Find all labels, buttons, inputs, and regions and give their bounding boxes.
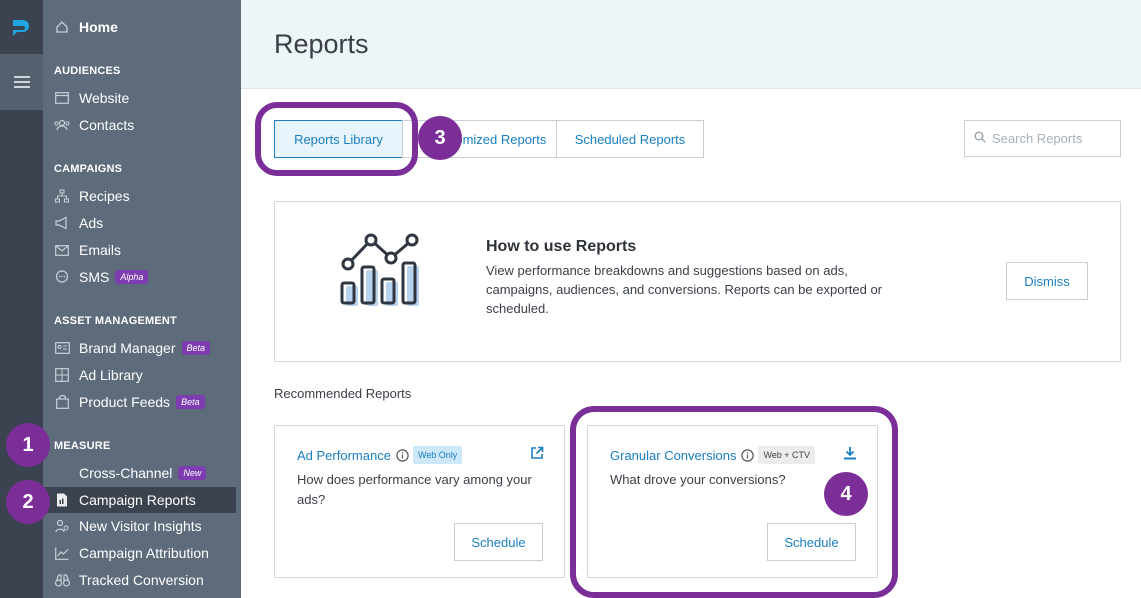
sidebar-item-label: Website — [79, 90, 130, 106]
sidebar-item-ads[interactable]: Ads — [43, 210, 236, 236]
line-chart-icon — [54, 545, 70, 561]
sidebar-item-label: Brand Manager — [79, 340, 176, 356]
grid-icon — [54, 367, 70, 383]
report-file-icon — [54, 492, 70, 508]
sidebar-item-label: Tracked Conversion — [79, 572, 204, 588]
sidebar-item-label: Home — [79, 19, 118, 35]
sidebar-item-label: Ads — [79, 215, 104, 231]
section-measure: MEASURE — [54, 440, 111, 452]
sidebar-item-label: Campaign Reports — [79, 492, 196, 508]
user-search-icon — [54, 518, 70, 534]
beta-badge: Beta — [181, 341, 211, 355]
section-campaigns: CAMPAIGNS — [54, 163, 123, 175]
bar-chart-illustration-icon — [337, 230, 432, 315]
megaphone-icon — [54, 215, 70, 231]
menu-toggle-icon[interactable] — [0, 54, 43, 110]
sidebar-item-home[interactable]: Home — [43, 14, 236, 40]
sidebar-item-recipes[interactable]: Recipes — [43, 183, 236, 209]
tab-scheduled-reports[interactable]: Scheduled Reports — [556, 120, 704, 158]
how-to-use-panel: How to use Reports View performance brea… — [274, 201, 1121, 362]
search-icon — [974, 130, 986, 148]
sidebar-item-label: Ad Library — [79, 367, 143, 383]
search-input[interactable] — [992, 131, 1117, 146]
dismiss-button[interactable]: Dismiss — [1006, 262, 1088, 300]
sidebar: Home AUDIENCES Website Contacts CAMPAIGN… — [43, 0, 241, 598]
beta-badge: Beta — [176, 395, 205, 409]
sidebar-item-label: New Visitor Insights — [79, 518, 202, 534]
sitemap-icon — [54, 188, 70, 204]
shopping-bag-icon — [54, 394, 70, 410]
sidebar-item-contacts[interactable]: Contacts — [43, 112, 236, 138]
section-asset-management: ASSET MANAGEMENT — [54, 315, 177, 327]
stacked-layers-icon — [54, 465, 70, 481]
annotation-marker-1: 1 — [6, 423, 50, 467]
sidebar-item-product-feeds[interactable]: Product Feeds Beta — [43, 389, 236, 415]
brand-logo-icon[interactable] — [9, 14, 35, 40]
page-header: Reports — [241, 0, 1141, 89]
sidebar-item-brand-manager[interactable]: Brand Manager Beta — [43, 335, 236, 361]
web-only-badge: Web Only — [412, 446, 463, 464]
sidebar-item-website[interactable]: Website — [43, 85, 236, 111]
chat-bubble-icon — [54, 269, 70, 285]
sidebar-item-label: Emails — [79, 242, 122, 258]
report-card-link[interactable]: Ad Performance — [297, 448, 391, 463]
sidebar-item-label: Recipes — [79, 188, 130, 204]
sidebar-item-cross-channel[interactable]: Cross-Channel New — [43, 460, 236, 486]
report-card-title: Ad Performance Web Only — [297, 446, 463, 464]
new-badge: New — [178, 466, 207, 480]
external-link-icon[interactable] — [530, 446, 544, 465]
sidebar-item-label: SMS — [79, 269, 110, 285]
section-audiences: AUDIENCES — [54, 65, 121, 77]
sidebar-item-label: Cross-Channel — [79, 465, 173, 481]
sidebar-item-emails[interactable]: Emails — [43, 237, 236, 263]
schedule-button[interactable]: Schedule — [454, 523, 543, 561]
envelope-icon — [54, 242, 70, 258]
sidebar-item-campaign-reports[interactable]: Campaign Reports — [43, 487, 236, 513]
sidebar-item-tracked-conversion[interactable]: Tracked Conversion — [43, 567, 236, 593]
sidebar-item-label: Product Feeds — [79, 394, 171, 410]
how-to-description: View performance breakdowns and suggesti… — [486, 263, 883, 316]
sidebar-item-ad-library[interactable]: Ad Library — [43, 362, 236, 388]
id-card-icon — [54, 340, 70, 356]
info-icon[interactable] — [396, 448, 409, 462]
sidebar-item-label: Contacts — [79, 117, 135, 133]
sidebar-item-label: Campaign Attribution — [79, 545, 209, 561]
alpha-badge: Alpha — [115, 270, 149, 284]
annotation-highlight-reports-library — [255, 102, 418, 176]
home-icon — [54, 19, 70, 35]
browser-icon — [54, 90, 70, 106]
report-card-ad-performance: Ad Performance Web Only How does perform… — [274, 425, 565, 578]
annotation-marker-3: 3 — [418, 116, 462, 160]
search-box — [964, 120, 1121, 157]
binoculars-icon — [54, 572, 70, 588]
people-icon — [54, 117, 70, 133]
sidebar-item-sms[interactable]: SMS Alpha — [43, 264, 236, 290]
how-to-title: How to use Reports — [486, 238, 637, 255]
sidebar-item-campaign-attribution[interactable]: Campaign Attribution — [43, 540, 236, 566]
annotation-marker-4: 4 — [824, 472, 868, 516]
recommended-reports-heading: Recommended Reports — [274, 386, 412, 401]
page-title: Reports — [274, 29, 369, 59]
annotation-marker-2: 2 — [6, 480, 50, 524]
report-card-description: How does performance vary among your ads… — [297, 472, 532, 507]
sidebar-item-new-visitor-insights[interactable]: New Visitor Insights — [43, 513, 236, 539]
